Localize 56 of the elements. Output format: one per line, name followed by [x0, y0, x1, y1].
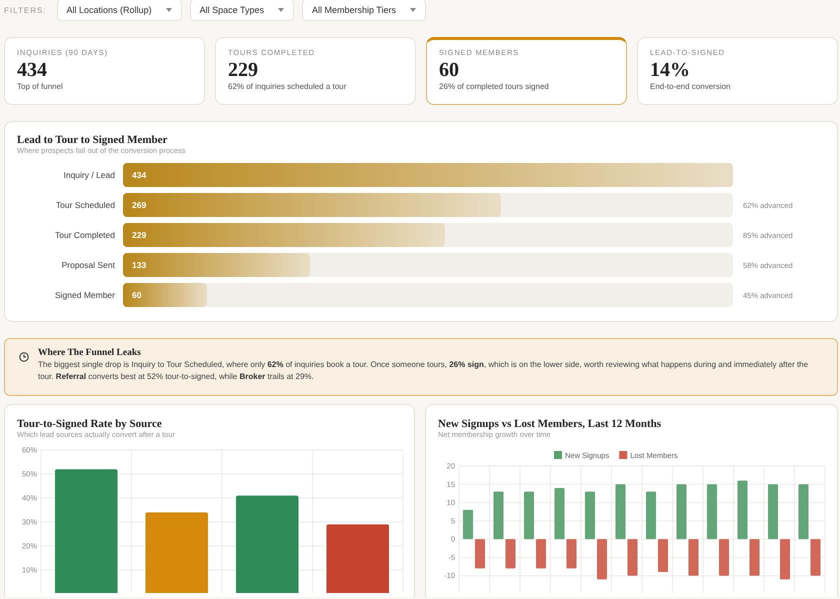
bar [738, 480, 748, 540]
stage-label: Tour Scheduled [54, 200, 115, 210]
bar [810, 539, 820, 576]
kpi-note: End-to-end conversion [650, 82, 730, 91]
panel-title: Lead to Tour to Signed Member [17, 134, 168, 146]
stage-label: Signed Member [54, 290, 115, 300]
chart-title: Tour-to-Signed Rate by Source [17, 418, 163, 430]
bar [768, 484, 778, 540]
bar [554, 488, 564, 540]
filter-dropdown[interactable]: All Space Types [190, 0, 294, 20]
bar [676, 484, 686, 540]
bar [536, 539, 546, 568]
kpi-value: 14% [650, 59, 690, 81]
bar [566, 539, 576, 568]
kpi-note: 62% of inquiries scheduled a tour [228, 82, 346, 91]
bar [750, 539, 760, 576]
funnel-bar: 229 [123, 223, 446, 247]
bar [524, 492, 534, 540]
bar [798, 484, 808, 540]
kpi-note: Top of funnel [17, 82, 63, 91]
bar [719, 539, 729, 576]
filter-label: FILTERS: [4, 6, 47, 15]
caret-icon [278, 8, 284, 12]
caret-icon [166, 8, 172, 12]
stage-label: Tour Completed [54, 230, 115, 240]
stage-label: Inquiry / Lead [62, 170, 115, 180]
bar [597, 539, 607, 580]
clock-icon [19, 352, 29, 362]
kpi-value: 60 [439, 59, 459, 81]
bar [494, 492, 504, 540]
insight-text: The biggest single drop is Inquiry to Tour Scheduled, where only 62% of inquiries book a tour. Once someone tours, 26% sign, which is on the lower side, worth reviewing what happens during and immediately after the tour. Referral converts best at 52% tour-to-signed, while Broker trails at 29%. [38, 359, 810, 383]
kpi-note: 26% of completed tours signed [439, 82, 549, 91]
bar [628, 539, 638, 576]
funnel-bar: 133 [123, 253, 310, 277]
bar [326, 524, 389, 593]
funnel-bar: 434 [123, 163, 733, 187]
kpi-value: 434 [17, 59, 47, 81]
bar [707, 484, 717, 540]
bar [463, 510, 473, 540]
bar [688, 539, 698, 576]
chart-title: New Signups vs Lost Members, Last 12 Months [438, 418, 662, 430]
bar [585, 492, 595, 540]
bar [616, 484, 626, 540]
stage-label: Proposal Sent [60, 260, 115, 270]
bar [658, 539, 668, 572]
bar [780, 539, 790, 580]
bar [506, 539, 516, 568]
insight-title: Where The Funnel Leaks [38, 348, 142, 358]
caret-icon [410, 8, 416, 12]
bar [475, 539, 485, 568]
bar [646, 492, 656, 540]
funnel-bar: 269 [123, 193, 502, 217]
filter-dropdown[interactable]: All Locations (Rollup) [56, 0, 182, 20]
funnel-bar: 60 [123, 283, 208, 307]
kpi-value: 229 [228, 59, 258, 81]
filter-dropdown[interactable]: All Membership Tiers [302, 0, 426, 20]
